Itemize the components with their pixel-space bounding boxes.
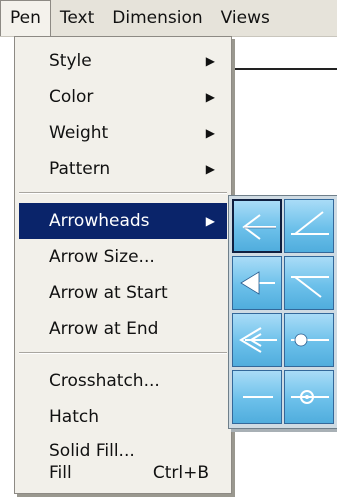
- menu-item-arrowheads[interactable]: Arrowheads ▶: [19, 203, 227, 239]
- angled-line-down-icon: [291, 276, 329, 298]
- arrowhead-option-circle[interactable]: [284, 370, 334, 424]
- menu-item-label: Arrow at End: [49, 319, 159, 339]
- arrowhead-palette: [228, 195, 337, 429]
- arrowhead-option-dot[interactable]: [284, 313, 334, 367]
- angled-line-up-icon: [291, 211, 329, 235]
- menu-item-label: Pattern: [49, 159, 111, 179]
- menu-separator: [19, 352, 227, 354]
- menu-pen[interactable]: Pen: [0, 0, 51, 36]
- submenu-arrow-icon: ▶: [205, 214, 215, 228]
- menu-views[interactable]: Views: [212, 0, 279, 36]
- menu-bar: Pen Text Dimension Views: [0, 0, 337, 37]
- filled-arrowhead-icon: [240, 271, 275, 295]
- menu-dimension[interactable]: Dimension: [103, 0, 211, 36]
- arrowhead-option-plain[interactable]: [232, 370, 282, 424]
- menu-item-label: Weight: [49, 123, 109, 143]
- submenu-arrow-icon: ▶: [205, 126, 215, 140]
- drawing-line: [232, 68, 337, 70]
- menu-item-label: Fill: [49, 463, 72, 483]
- menu-item-label: Crosshatch...: [49, 371, 160, 391]
- menu-text[interactable]: Text: [51, 0, 103, 36]
- shortcut-label: Ctrl+B: [152, 463, 209, 483]
- submenu-arrow-icon: ▶: [205, 162, 215, 176]
- open-arrowhead-icon: [242, 214, 276, 240]
- menu-item-style[interactable]: Style ▶: [19, 43, 227, 79]
- arrowhead-option-double-line[interactable]: [232, 313, 282, 367]
- circle-end-icon: [291, 390, 329, 404]
- menu-item-label: Arrow Size...: [49, 247, 155, 267]
- submenu-arrow-icon: ▶: [205, 54, 215, 68]
- menu-item-pattern[interactable]: Pattern ▶: [19, 151, 227, 187]
- menu-item-arrow-size[interactable]: Arrow Size...: [19, 239, 227, 275]
- menu-item-label: Hatch: [49, 407, 99, 427]
- menu-item-color[interactable]: Color ▶: [19, 79, 227, 115]
- menu-item-fill[interactable]: Fill Ctrl+B: [19, 455, 227, 491]
- arrowhead-option-filled[interactable]: [232, 256, 282, 310]
- arrowhead-option-open[interactable]: [232, 199, 282, 253]
- arrowhead-option-angled-up[interactable]: [284, 199, 334, 253]
- menu-separator: [19, 192, 227, 194]
- menu-item-label: Style: [49, 51, 92, 71]
- arrowhead-option-angled-down[interactable]: [284, 256, 334, 310]
- pen-dropdown-menu: Style ▶ Color ▶ Weight ▶ Pattern ▶ Arrow…: [14, 36, 232, 494]
- menu-item-label: Arrowheads: [49, 211, 150, 231]
- menu-item-arrow-at-end[interactable]: Arrow at End: [19, 311, 227, 347]
- menu-item-crosshatch[interactable]: Crosshatch...: [19, 363, 227, 399]
- submenu-arrow-icon: ▶: [205, 90, 215, 104]
- menu-item-label: Arrow at Start: [49, 283, 168, 303]
- plain-line-end-icon: [243, 396, 273, 398]
- dot-end-icon: [291, 333, 329, 347]
- menu-item-label: Color: [49, 87, 94, 107]
- menu-item-hatch[interactable]: Hatch: [19, 399, 227, 435]
- double-line-arrowhead-icon: [239, 327, 277, 353]
- menu-item-arrow-at-start[interactable]: Arrow at Start: [19, 275, 227, 311]
- menu-item-weight[interactable]: Weight ▶: [19, 115, 227, 151]
